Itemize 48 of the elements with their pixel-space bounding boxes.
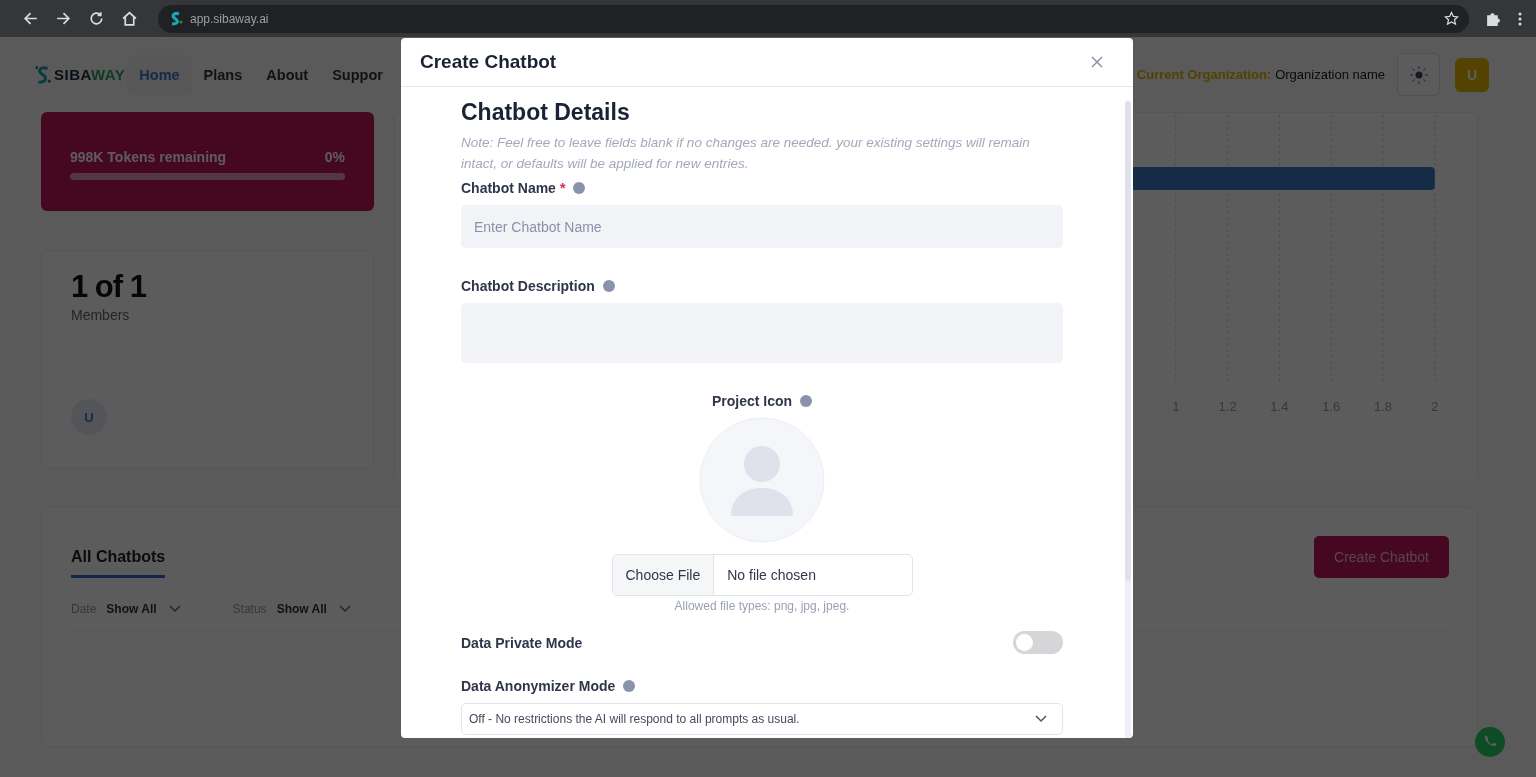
tab[interactable]: All Chatbots bbox=[71, 534, 166, 578]
organization-name: Organization name bbox=[1275, 67, 1385, 82]
scrollbar[interactable] bbox=[1125, 101, 1131, 738]
organization-label: Current Organization: bbox=[1136, 67, 1272, 82]
home-icon[interactable] bbox=[121, 10, 138, 27]
address-bar[interactable]: app.sibaway.ai bbox=[158, 4, 1469, 33]
info-icon bbox=[623, 680, 636, 692]
info-icon bbox=[573, 182, 586, 194]
url-text: app.sibaway.ai bbox=[190, 11, 270, 26]
field-label: Data Anonymizer Mode bbox=[461, 678, 616, 694]
toggle-switch[interactable] bbox=[1013, 631, 1063, 654]
field-label: Chatbot Description bbox=[461, 278, 595, 294]
tokens-percent: 0% bbox=[324, 149, 345, 165]
user-avatar[interactable]: U bbox=[1455, 57, 1489, 92]
sun-icon bbox=[1408, 64, 1429, 85]
back-icon[interactable] bbox=[22, 10, 39, 27]
field-label: Chatbot Name bbox=[461, 180, 556, 196]
members-count: 1 of 1 bbox=[71, 269, 147, 305]
field-label: Data Private Mode bbox=[461, 634, 583, 651]
puzzle-icon[interactable] bbox=[1485, 10, 1502, 27]
chevron-down-icon bbox=[338, 605, 351, 613]
star-icon[interactable] bbox=[1444, 11, 1459, 26]
chatbot-name-field[interactable]: Enter Chatbot Name bbox=[461, 205, 1063, 248]
nav-link[interactable]: About bbox=[254, 54, 321, 95]
filter-dropdown[interactable]: Show All bbox=[276, 602, 351, 616]
required-mark: * bbox=[559, 180, 566, 196]
dialog-title: Create Chatbot bbox=[420, 51, 557, 73]
chevron-down-icon bbox=[1035, 715, 1047, 723]
filter-dropdown[interactable]: Show All bbox=[106, 602, 181, 616]
info-icon bbox=[602, 280, 615, 292]
anonymizer-dropdown[interactable]: Off - No restrictions the AI will respond to all prompts as usual. bbox=[461, 703, 1063, 735]
close-icon[interactable] bbox=[1091, 56, 1103, 68]
member-avatar: U bbox=[71, 399, 107, 435]
logo[interactable]: SIBAWAY bbox=[34, 62, 126, 87]
file-input[interactable]: Choose File No file chosen bbox=[611, 554, 913, 596]
field-label: Project Icon bbox=[711, 393, 793, 409]
section-heading: Chatbot Details bbox=[461, 99, 631, 126]
note-text: Note: Feel free to leave fields blank if no changes are needed. your existing settings will remain intact, or defaults will be applied for new entries. bbox=[461, 134, 1031, 173]
file-types-hint: Allowed file types: png, jpg, jpeg. bbox=[673, 599, 851, 613]
forward-icon[interactable] bbox=[55, 10, 72, 27]
user-placeholder-icon bbox=[699, 417, 825, 543]
nav-link[interactable]: Plans bbox=[191, 54, 255, 95]
info-icon bbox=[800, 395, 813, 407]
more-icon[interactable] bbox=[1518, 10, 1522, 27]
nav-link[interactable]: Suppor bbox=[320, 54, 395, 95]
reload-icon[interactable] bbox=[88, 10, 105, 27]
chevron-down-icon bbox=[168, 605, 181, 613]
tokens-label: 998K Tokens remaining bbox=[70, 149, 227, 165]
